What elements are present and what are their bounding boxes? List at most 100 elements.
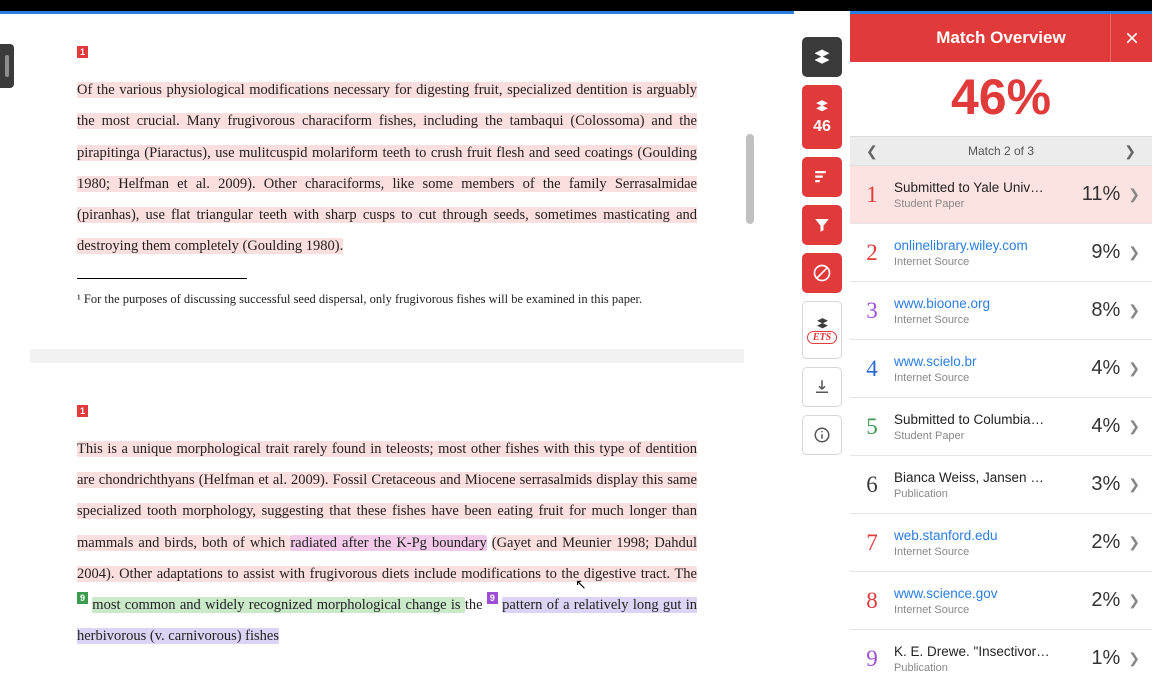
source-title: onlinelibrary.wiley.com (894, 238, 1076, 253)
document-page-2: 1 This is a unique morphological trait r… (77, 363, 697, 684)
source-number: 8 (850, 588, 894, 614)
source-row[interactable]: 7web.stanford.edu Internet Source2%❯ (850, 514, 1152, 572)
panel-header: Match Overview (850, 14, 1152, 62)
source-row[interactable]: 5Submitted to Columbia…Student Paper4%❯ (850, 398, 1152, 456)
layers-icon (815, 99, 829, 116)
match-position: Match 2 of 3 (968, 144, 1034, 158)
chevron-right-icon[interactable]: ❯ (1128, 418, 1144, 435)
source-title: www.scielo.br (894, 354, 1076, 369)
source-percent: 2% (1076, 531, 1128, 554)
source-subtitle: Student Paper (894, 430, 1076, 442)
source-title: Submitted to Columbia… (894, 412, 1076, 427)
source-info: Submitted to Yale Univ… Student Paper (894, 180, 1076, 210)
source-title: www.bioone.org (894, 296, 1076, 311)
source-subtitle: Internet Source (894, 256, 1076, 268)
highlighted-text[interactable]: radiated after the K-Pg boundary (290, 535, 486, 551)
document-page-1: 1 Of the various physiological modificat… (77, 14, 697, 349)
chevron-right-icon[interactable]: ❯ (1128, 592, 1144, 609)
source-number: 6 (850, 472, 894, 498)
window-topbar (0, 0, 1152, 11)
exclude-button[interactable] (802, 253, 842, 293)
chevron-right-icon[interactable]: ❯ (1128, 302, 1144, 319)
similarity-score-value: 46 (813, 118, 831, 136)
ets-label: ETS (807, 331, 837, 344)
source-number: 2 (850, 240, 894, 266)
source-subtitle: Student Paper (894, 198, 1076, 210)
download-button[interactable] (802, 367, 842, 407)
source-number: 7 (850, 530, 894, 556)
source-percent: 2% (1076, 589, 1128, 612)
match-marker[interactable]: 1 (77, 46, 88, 58)
scrollbar-thumb[interactable] (746, 134, 754, 224)
source-info: www.science.govInternet Source (894, 586, 1076, 616)
source-row[interactable]: 6Bianca Weiss, Jansen …Publication3%❯ (850, 456, 1152, 514)
close-button[interactable] (1110, 14, 1152, 62)
filter-button[interactable] (802, 205, 842, 245)
document-scroll[interactable]: 1 Of the various physiological modificat… (30, 14, 744, 684)
chevron-right-icon[interactable]: ❯ (1128, 534, 1144, 551)
source-row[interactable]: 3www.bioone.org Internet Source8%❯ (850, 282, 1152, 340)
source-subtitle: Internet Source (894, 604, 1076, 616)
paragraph: 1 Of the various physiological modificat… (77, 44, 697, 262)
source-title: K. E. Drewe. "Insectivor… (894, 644, 1076, 659)
source-subtitle: Internet Source (894, 372, 1076, 384)
footnote-text: ¹ For the purposes of discussing success… (77, 290, 697, 309)
source-percent: 4% (1076, 357, 1128, 380)
match-overview-panel: Match Overview 46% ❮ Match 2 of 3 ❯ 1Sub… (850, 11, 1152, 684)
chevron-right-icon[interactable]: ❯ (1128, 650, 1144, 667)
highlighted-text[interactable]: most common and widely recognized morpho… (92, 597, 465, 613)
source-row[interactable]: 1Submitted to Yale Univ…Student Paper11%… (850, 166, 1152, 224)
source-number: 1 (850, 182, 894, 208)
layers-icon (816, 317, 829, 330)
source-info: Submitted to Columbia… Student Paper (894, 412, 1076, 442)
match-marker[interactable]: 1 (77, 405, 88, 417)
match-marker[interactable]: 9 (487, 592, 498, 604)
source-percent: 8% (1076, 299, 1128, 322)
source-subtitle: Internet Source (894, 314, 1076, 326)
document-area: 1 Of the various physiological modificat… (0, 11, 794, 684)
source-number: 5 (850, 414, 894, 440)
chevron-right-icon[interactable]: ❯ (1128, 244, 1144, 261)
ets-button[interactable]: ETS (802, 301, 842, 359)
source-row[interactable]: 4www.scielo.br Internet Source4%❯ (850, 340, 1152, 398)
source-info: K. E. Drewe. "Insectivor… Publication (894, 644, 1076, 674)
source-number: 3 (850, 298, 894, 324)
layers-button[interactable] (802, 37, 842, 77)
all-sources-button[interactable] (802, 157, 842, 197)
chevron-right-icon[interactable]: ❯ (1128, 186, 1144, 203)
source-info: www.bioone.org Internet Source (894, 296, 1076, 326)
toolbar: 46 ETS (794, 11, 850, 684)
match-marker[interactable]: 9 (77, 592, 88, 604)
source-row[interactable]: 9K. E. Drewe. "Insectivor… Publication1%❯ (850, 630, 1152, 684)
source-info: web.stanford.edu Internet Source (894, 528, 1076, 558)
page-separator (30, 349, 744, 363)
source-number: 9 (850, 646, 894, 672)
panel-title: Match Overview (936, 28, 1065, 48)
source-title: Bianca Weiss, Jansen … (894, 470, 1076, 485)
chevron-right-icon[interactable]: ❯ (1128, 476, 1144, 493)
source-percent: 3% (1076, 473, 1128, 496)
info-button[interactable] (802, 415, 842, 455)
app-root: 1 Of the various physiological modificat… (0, 0, 1152, 684)
chevron-right-icon[interactable]: ❯ (1128, 360, 1144, 377)
source-percent: 1% (1076, 647, 1128, 670)
paragraph: 1 This is a unique morphological trait r… (77, 403, 697, 652)
source-title: Submitted to Yale Univ… (894, 180, 1076, 195)
source-subtitle: Internet Source (894, 546, 1076, 558)
plain-text: the (465, 597, 487, 613)
source-row[interactable]: 8www.science.govInternet Source2%❯ (850, 572, 1152, 630)
highlighted-text[interactable]: Of the various physiological modificatio… (77, 82, 697, 254)
source-title: web.stanford.edu (894, 528, 1076, 543)
source-row[interactable]: 2onlinelibrary.wiley.comInternet Source9… (850, 224, 1152, 282)
source-info: www.scielo.br Internet Source (894, 354, 1076, 384)
scrollbar-track[interactable] (746, 54, 754, 644)
prev-match-button[interactable]: ❮ (860, 141, 884, 162)
similarity-score-button[interactable]: 46 (802, 85, 842, 149)
next-match-button[interactable]: ❯ (1118, 141, 1142, 162)
overall-percent: 46% (850, 62, 1152, 136)
source-number: 4 (850, 356, 894, 382)
source-list[interactable]: 1Submitted to Yale Univ…Student Paper11%… (850, 166, 1152, 684)
source-subtitle: Publication (894, 662, 1076, 674)
side-tab-handle[interactable] (0, 44, 14, 88)
match-nav: ❮ Match 2 of 3 ❯ (850, 136, 1152, 166)
